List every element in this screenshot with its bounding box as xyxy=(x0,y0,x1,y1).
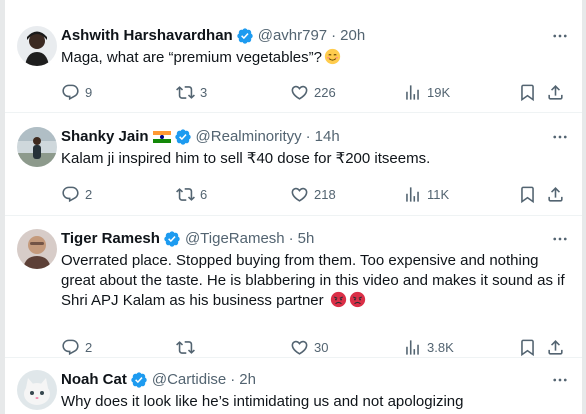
timestamp[interactable]: 20h xyxy=(340,26,365,46)
tweet-text-content: Maga, what are “premium vegetables”? xyxy=(61,49,322,66)
timestamp[interactable]: 2h xyxy=(239,370,256,390)
tweet[interactable]: Tiger Ramesh @TigeRamesh · 5h Overrated … xyxy=(5,216,582,358)
verified-badge-icon xyxy=(236,27,254,45)
tweet-actions: 9 3 226 19K xyxy=(61,82,570,102)
tweet-header: Noah Cat @Cartidise · 2h xyxy=(61,370,570,390)
like-button[interactable]: 30 xyxy=(290,338,328,357)
tweet-text: Kalam ji inspired him to sell ₹40 dose f… xyxy=(61,150,431,167)
heart-icon xyxy=(290,185,309,204)
tweet-actions: 2 30 3.8K xyxy=(61,337,570,357)
more-options-icon[interactable] xyxy=(550,127,570,147)
reply-count: 2 xyxy=(85,339,93,355)
blush-emoji-icon xyxy=(324,48,341,65)
bookmark-button[interactable] xyxy=(518,338,537,357)
reply-button[interactable]: 2 xyxy=(61,338,92,357)
view-count: 11K xyxy=(427,186,450,202)
angry-face-icon xyxy=(349,291,366,308)
bookmark-icon xyxy=(518,185,537,204)
views-chart-icon xyxy=(403,338,422,357)
separator-dot: · xyxy=(230,371,236,388)
more-options-icon[interactable] xyxy=(550,26,570,46)
heart-icon xyxy=(290,83,309,102)
reply-icon xyxy=(61,83,80,102)
tweet-text-content: Overrated place. Stopped buying from the… xyxy=(61,252,565,309)
share-icon xyxy=(546,338,565,357)
retweet-icon xyxy=(176,185,195,204)
user-handle[interactable]: @TigeRamesh xyxy=(185,229,285,249)
bookmark-icon xyxy=(518,83,537,102)
reply-icon xyxy=(61,185,80,204)
view-count: 19K xyxy=(427,84,451,100)
display-name[interactable]: Ashwith Harshavardhan xyxy=(61,26,233,46)
more-options-icon[interactable] xyxy=(550,370,570,390)
reply-icon xyxy=(61,338,80,357)
share-button[interactable] xyxy=(546,83,565,102)
angry-face-icon xyxy=(330,291,347,308)
heart-icon xyxy=(290,338,309,357)
reply-button[interactable]: 9 xyxy=(61,83,92,102)
verified-badge-icon xyxy=(130,371,148,389)
views-button[interactable]: 19K xyxy=(403,83,450,102)
retweet-count: 3 xyxy=(200,84,208,100)
like-button[interactable]: 226 xyxy=(290,83,336,102)
like-count: 226 xyxy=(314,84,336,100)
like-count: 218 xyxy=(314,186,336,202)
bookmark-button[interactable] xyxy=(518,83,537,102)
views-chart-icon xyxy=(403,83,422,102)
retweet-icon xyxy=(176,338,195,357)
reply-count: 2 xyxy=(85,186,93,202)
avatar[interactable] xyxy=(17,229,57,269)
like-button[interactable]: 218 xyxy=(290,185,336,204)
tweet-header: Ashwith Harshavardhan @avhr797 · 20h xyxy=(61,26,570,46)
retweet-button[interactable]: 6 xyxy=(176,185,207,204)
tweet-header: Shanky Jain @Realminorityy · 14h xyxy=(61,127,570,147)
timestamp[interactable]: 5h xyxy=(298,229,315,249)
display-name[interactable]: Shanky Jain xyxy=(61,127,149,147)
verified-badge-icon xyxy=(174,128,192,146)
user-handle[interactable]: @Cartidise xyxy=(152,370,226,390)
tweet[interactable]: Ashwith Harshavardhan @avhr797 · 20h Mag… xyxy=(5,0,582,113)
avatar[interactable] xyxy=(17,26,57,66)
retweet-button[interactable]: 3 xyxy=(176,83,207,102)
avatar[interactable] xyxy=(17,370,57,410)
window-frame-right xyxy=(582,0,586,414)
user-handle[interactable]: @avhr797 xyxy=(258,26,327,46)
tweet-actions: 2 6 218 11K xyxy=(61,184,570,204)
display-name[interactable]: Tiger Ramesh xyxy=(61,229,160,249)
share-button[interactable] xyxy=(546,338,565,357)
user-handle[interactable]: @Realminorityy xyxy=(196,127,302,147)
verified-badge-icon xyxy=(163,230,181,248)
avatar[interactable] xyxy=(17,127,57,167)
tweet-text: Why does it look like he’s intimidating … xyxy=(61,393,464,410)
retweet-icon xyxy=(176,83,195,102)
share-icon xyxy=(546,185,565,204)
india-flag-icon xyxy=(152,131,171,143)
tweet-header: Tiger Ramesh @TigeRamesh · 5h xyxy=(61,229,570,249)
tweet-text: Overrated place. Stopped buying from the… xyxy=(61,251,570,311)
retweet-count: 6 xyxy=(200,186,208,202)
retweet-button[interactable] xyxy=(176,338,200,357)
reply-count: 9 xyxy=(85,84,93,100)
share-button[interactable] xyxy=(546,185,565,204)
tweet-text: Maga, what are “premium vegetables”? xyxy=(61,48,570,68)
share-icon xyxy=(546,83,565,102)
like-count: 30 xyxy=(314,339,329,355)
separator-dot: · xyxy=(288,230,294,247)
reply-button[interactable]: 2 xyxy=(61,185,92,204)
bookmark-icon xyxy=(518,338,537,357)
separator-dot: · xyxy=(331,27,337,44)
tweet[interactable]: Shanky Jain @Realminorityy · 14h Kalam j… xyxy=(5,113,582,216)
timestamp[interactable]: 14h xyxy=(315,127,340,147)
separator-dot: · xyxy=(305,128,311,145)
views-button[interactable]: 11K xyxy=(403,185,449,204)
bookmark-button[interactable] xyxy=(518,185,537,204)
views-button[interactable]: 3.8K xyxy=(403,338,454,357)
view-count: 3.8K xyxy=(427,339,454,355)
tweet[interactable]: Noah Cat @Cartidise · 2h Why does it loo… xyxy=(5,358,582,414)
views-chart-icon xyxy=(403,185,422,204)
more-options-icon[interactable] xyxy=(550,229,570,249)
display-name[interactable]: Noah Cat xyxy=(61,370,127,390)
